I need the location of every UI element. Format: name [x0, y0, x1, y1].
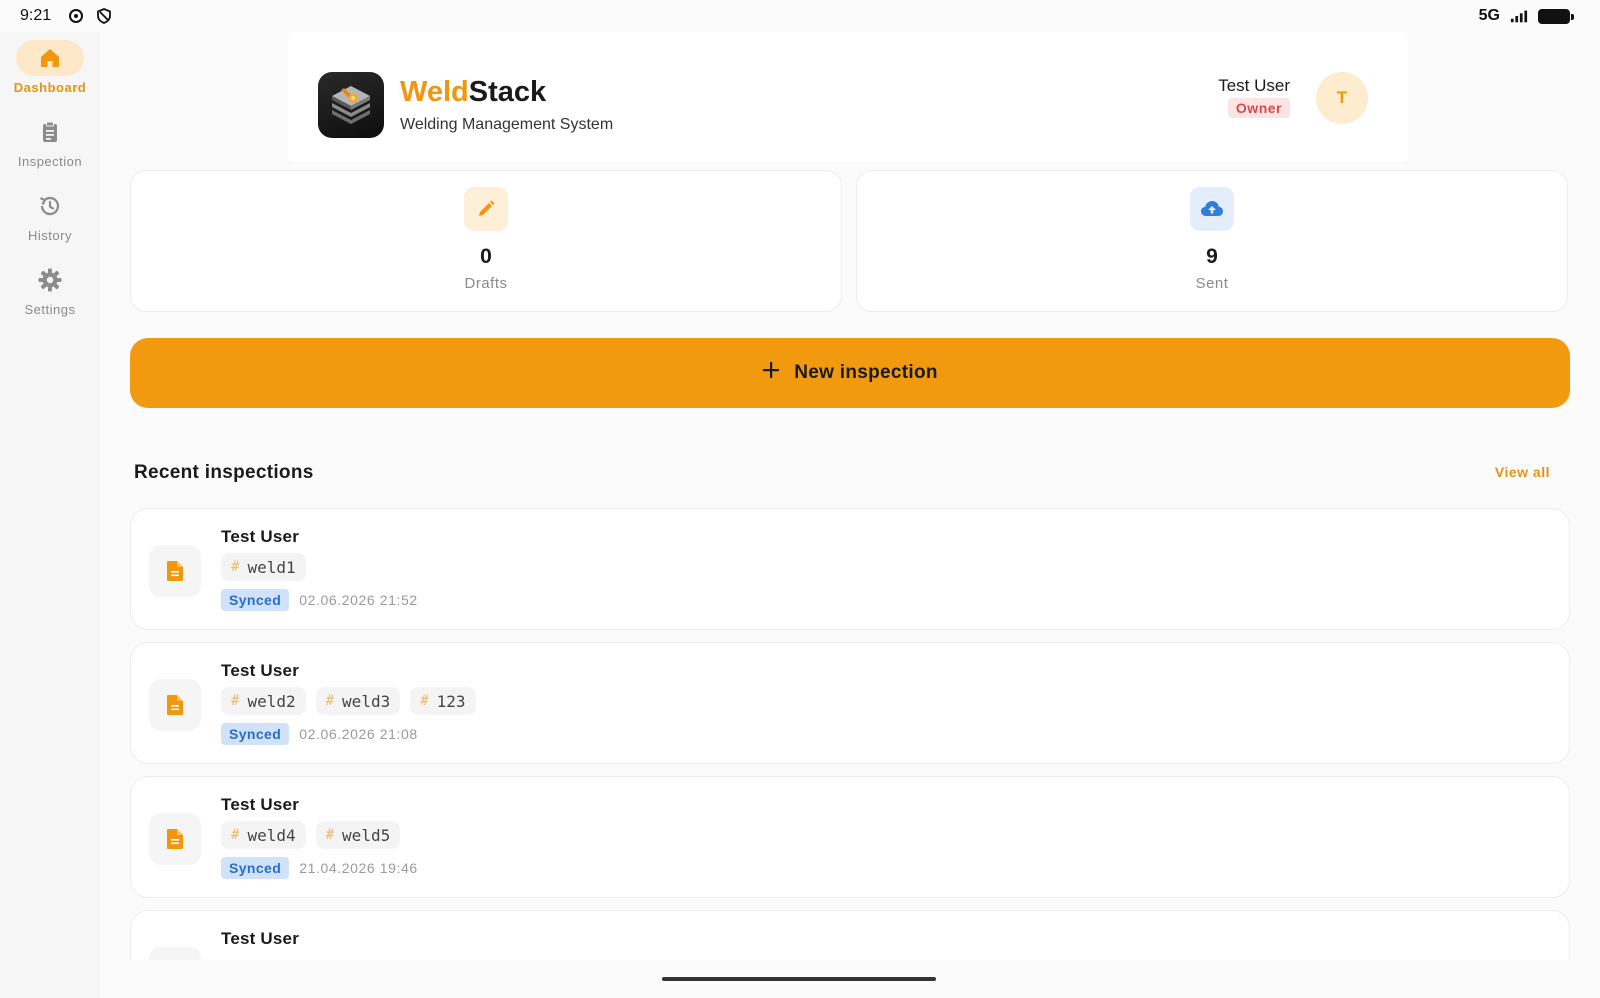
sidebar-item-label: Inspection	[17, 154, 83, 169]
cloud-upload-icon	[1190, 187, 1234, 231]
weld-tag: #123	[410, 687, 476, 715]
weld-tag-label: weld4	[247, 825, 296, 845]
new-inspection-label: New inspection	[794, 362, 938, 383]
weld-tag-label: weld3	[342, 691, 391, 711]
drafts-count: 0	[480, 245, 492, 268]
sent-label: Sent	[1195, 275, 1229, 292]
brand-name-part1: Weld	[400, 76, 469, 108]
inspection-status-row: Synced 02.06.2026 21:08	[221, 723, 418, 745]
battery-icon	[1538, 8, 1574, 24]
weld-tag: # weld2	[221, 687, 306, 715]
sidebar-item-dashboard[interactable]: Dashboard	[0, 40, 100, 95]
recent-inspections-title: Recent inspections	[134, 462, 314, 483]
status-badge: Synced	[221, 723, 290, 745]
recent-inspections-list: Test User # weld1 Synced 02.06.2026 21:52…	[130, 508, 1570, 960]
document-icon	[149, 679, 201, 731]
inspection-user: Test User	[221, 929, 300, 948]
inspection-card[interactable]: Test User # weld1 Synced 02.06.2026 21:52	[130, 508, 1570, 630]
gear-icon	[16, 262, 84, 298]
status-bar-left: 9:21	[20, 7, 113, 25]
weld-tag-label: weld5	[342, 825, 391, 845]
app-header: WeldStack Welding Management System Test…	[288, 32, 1408, 162]
weld-tag: # weld5	[315, 821, 401, 849]
sidebar-item-label: Settings	[24, 302, 76, 317]
home-icon	[16, 40, 84, 76]
inspection-date: 02.06.2026 21:08	[299, 726, 418, 742]
app-screen: 9:21 5G Dashboard Inspection History Set…	[0, 0, 1600, 998]
hash-icon: #	[231, 827, 240, 843]
clipboard-icon	[16, 114, 84, 150]
view-all-link[interactable]: View all	[1495, 464, 1550, 480]
new-inspection-button[interactable]: New inspection	[130, 338, 1570, 408]
inspection-user: Test User	[221, 795, 300, 814]
shield-status-icon	[95, 7, 113, 25]
inspection-card[interactable]: Test User # weld2 # weld3 #123 Synced 02.0…	[130, 642, 1570, 764]
weld-tag-label: weld2	[247, 691, 296, 711]
network-type: 5G	[1478, 7, 1500, 24]
plus-icon	[762, 361, 780, 385]
weldstack-logo	[318, 72, 384, 138]
status-bar-right: 5G	[1478, 7, 1574, 25]
brand-name-part2: Stack	[468, 76, 547, 108]
sidebar: Dashboard Inspection History Settings	[0, 32, 100, 998]
weld-tag-label: 123	[436, 691, 466, 711]
sidebar-item-label: Dashboard	[13, 80, 87, 95]
pencil-icon	[464, 187, 508, 231]
hash-icon: #	[325, 693, 335, 709]
app-subtitle: Welding Management System	[400, 116, 614, 133]
history-icon	[16, 188, 84, 224]
inspection-card[interactable]: Test User	[130, 910, 1570, 960]
weld-tags: # weld4 # weld5	[221, 821, 401, 849]
inspection-user: Test User	[221, 661, 300, 680]
status-time: 9:21	[20, 7, 52, 24]
home-indicator[interactable]	[662, 977, 936, 981]
hash-icon: #	[420, 693, 429, 709]
weld-tags: # weld1	[221, 553, 306, 581]
document-icon	[149, 545, 201, 597]
sent-count: 9	[1206, 245, 1218, 268]
signal-icon	[1510, 7, 1528, 25]
user-role-badge: Owner	[1227, 98, 1290, 118]
drafts-label: Drafts	[464, 275, 508, 292]
inspection-card[interactable]: Test User # weld4 # weld5 Synced 21.04.202…	[130, 776, 1570, 898]
sidebar-item-settings[interactable]: Settings	[0, 262, 100, 317]
settings-status-icon	[67, 7, 85, 25]
status-bar: 9:21 5G	[0, 0, 1600, 32]
weld-tag: # weld3	[315, 687, 401, 715]
hash-icon: #	[231, 559, 240, 575]
inspection-status-row: Synced 21.04.2026 19:46	[221, 857, 418, 879]
inspection-user: Test User	[221, 527, 300, 546]
document-icon	[149, 813, 201, 865]
sidebar-item-inspection[interactable]: Inspection	[0, 114, 100, 169]
weld-tag: # weld1	[221, 553, 306, 581]
weld-tags: # weld2 # weld3 #123	[221, 687, 476, 715]
weld-tag: # weld4	[221, 821, 306, 849]
document-icon	[149, 947, 201, 960]
current-user-name: Test User	[1218, 76, 1290, 95]
brand-name: WeldStack	[400, 76, 546, 109]
status-badge: Synced	[221, 857, 290, 879]
sent-stat-card[interactable]: 9 Sent	[856, 170, 1568, 312]
inspection-date: 02.06.2026 21:52	[299, 592, 418, 608]
hash-icon: #	[325, 827, 335, 843]
avatar[interactable]: T	[1316, 72, 1368, 124]
weld-tag-label: weld1	[247, 557, 296, 577]
sidebar-item-history[interactable]: History	[0, 188, 100, 243]
sidebar-item-label: History	[28, 228, 72, 243]
hash-icon: #	[231, 693, 240, 709]
drafts-stat-card[interactable]: 0 Drafts	[130, 170, 842, 312]
status-badge: Synced	[221, 589, 290, 611]
inspection-date: 21.04.2026 19:46	[299, 860, 418, 876]
inspection-status-row: Synced 02.06.2026 21:52	[221, 589, 418, 611]
